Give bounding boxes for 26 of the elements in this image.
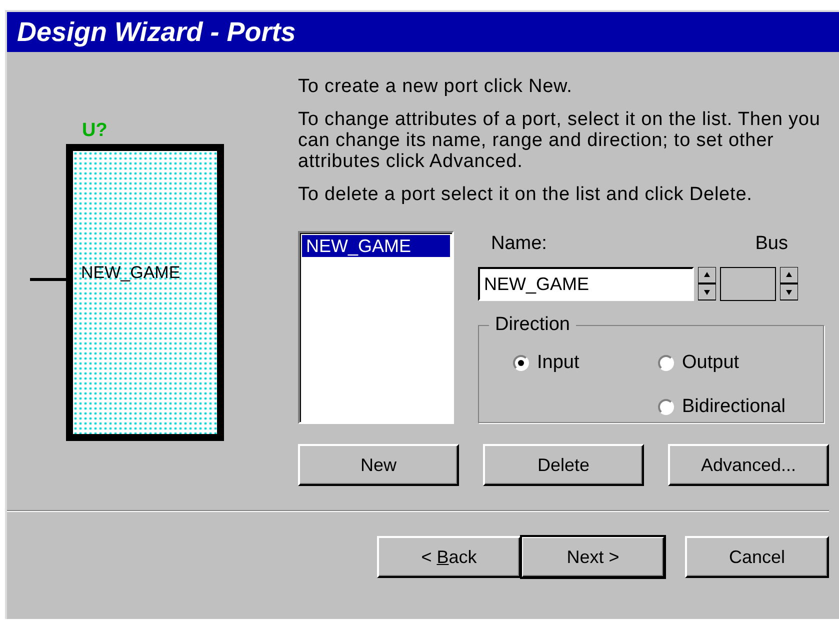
- pin-label: NEW_GAME: [81, 263, 180, 283]
- radio-button[interactable]: [658, 399, 674, 415]
- instruction-text: To delete a port select it on the list and click Delete.: [298, 184, 754, 205]
- advanced-button[interactable]: Advanced...: [668, 444, 829, 486]
- delete-button[interactable]: Delete: [483, 444, 644, 486]
- bus-field[interactable]: [720, 267, 776, 301]
- radio-label[interactable]: Output: [682, 352, 740, 374]
- cancel-button[interactable]: Cancel: [685, 536, 829, 578]
- window-title: Design Wizard - Ports: [7, 12, 839, 52]
- radio-label[interactable]: Bidirectional: [682, 396, 786, 418]
- new-button[interactable]: New: [298, 444, 459, 486]
- port-list[interactable]: NEW_GAME: [298, 231, 454, 424]
- bus-label: Bus: [755, 233, 788, 256]
- name-field[interactable]: NEW_GAME: [478, 267, 694, 301]
- bus-spinner[interactable]: [780, 267, 798, 301]
- next-button[interactable]: Next >: [521, 536, 665, 578]
- radio-button[interactable]: [513, 355, 529, 371]
- instruction-text: To change attributes of a port, select it on the list. Then you can change its name, range and direction; to set other attributes click Advanced.: [298, 109, 822, 172]
- name-label: Name:: [491, 233, 547, 256]
- port-list-item[interactable]: NEW_GAME: [302, 235, 450, 257]
- name-spinner[interactable]: [698, 267, 716, 301]
- radio-label[interactable]: Input: [537, 352, 580, 374]
- component-reference: U?: [82, 120, 108, 143]
- radio-button[interactable]: [658, 355, 674, 371]
- back-button[interactable]: < Back: [377, 536, 521, 578]
- instruction-text: To create a new port click New.: [298, 76, 574, 97]
